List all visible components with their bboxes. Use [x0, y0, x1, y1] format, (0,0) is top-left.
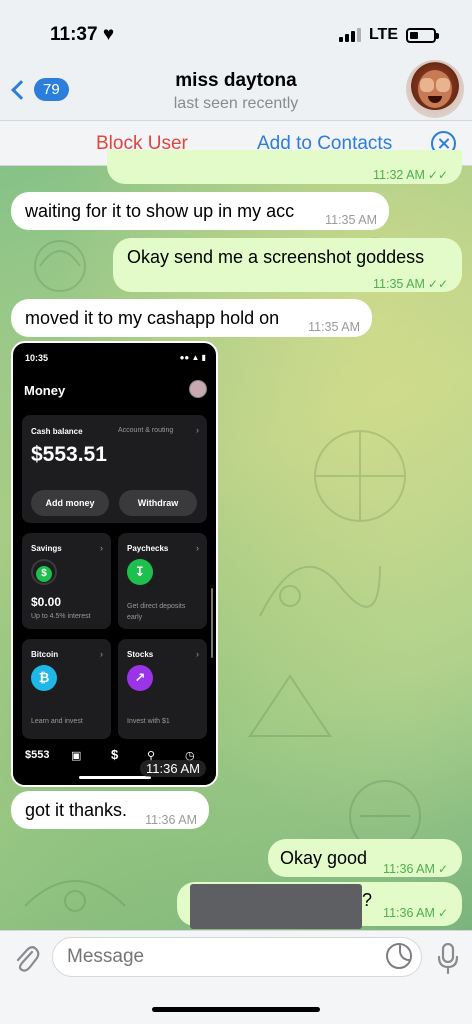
- bitcoin-note: Learn and invest: [31, 718, 83, 725]
- message-bubble-incoming[interactable]: got it thanks. 11:36 AM: [11, 791, 209, 829]
- dollar-icon: $: [111, 747, 119, 762]
- image-message[interactable]: 10:35 ●● ▲ ▮ Money Cash balance Account …: [11, 341, 218, 787]
- chat-title[interactable]: miss daytona: [0, 70, 472, 92]
- status-time: 11:37 ♥: [50, 24, 115, 45]
- chevron-right-icon: ›: [196, 649, 199, 659]
- screenshot-title: Money: [24, 383, 66, 398]
- status-indicators: LTE: [338, 26, 439, 44]
- message-bubble-outgoing[interactable]: Okay good 11:36 AM ✓: [268, 839, 462, 877]
- withdraw-button: Withdraw: [119, 490, 197, 516]
- cash-balance-label: Cash balance: [31, 427, 83, 436]
- message-bubble-outgoing[interactable]: 11:32 AM ✓✓: [107, 150, 462, 184]
- stocks-card: Stocks › ↗ Invest with $1: [118, 639, 207, 739]
- double-check-icon: ✓✓: [427, 168, 448, 182]
- screenshot-status-icons: ●● ▲ ▮: [179, 353, 206, 362]
- account-routing-label: Account & routing: [118, 427, 174, 434]
- chevron-right-icon: ›: [100, 649, 103, 659]
- chevron-right-icon: ›: [196, 543, 199, 553]
- check-icon: ✓: [437, 906, 448, 920]
- chevron-right-icon: ›: [196, 425, 199, 435]
- home-indicator: [152, 1007, 320, 1012]
- image-timestamp: 11:36 AM: [140, 760, 206, 777]
- bitcoin-icon: ₿: [31, 665, 57, 691]
- screenshot-scrollbar: [211, 588, 213, 658]
- message-bubble-incoming[interactable]: waiting for it to show up in my acc 11:3…: [11, 192, 389, 230]
- message-bubble-outgoing[interactable]: Okay send me a screenshot goddess 11:35 …: [113, 238, 462, 292]
- message-bubble-incoming[interactable]: moved it to my cashapp hold on 11:35 AM: [11, 299, 372, 337]
- screenshot-status-time: 10:35: [25, 353, 49, 363]
- bitcoin-card: Bitcoin › ₿ Learn and invest: [22, 639, 111, 739]
- network-type: LTE: [368, 26, 398, 43]
- attachment-icon[interactable]: [12, 943, 40, 973]
- screenshot-home-indicator: [79, 776, 151, 779]
- message-input[interactable]: [52, 937, 422, 977]
- stocks-icon: ↗: [127, 665, 153, 691]
- avatar[interactable]: [406, 60, 464, 118]
- card-icon: ▣: [71, 750, 82, 762]
- paychecks-label: Paychecks: [127, 544, 169, 553]
- check-icon: ✓: [437, 862, 448, 876]
- savings-icon: $: [31, 559, 57, 585]
- bitcoin-label: Bitcoin: [31, 650, 59, 659]
- double-check-icon: ✓✓: [427, 277, 448, 291]
- chat-subtitle: last seen recently: [173, 95, 299, 112]
- chevron-right-icon: ›: [100, 543, 103, 553]
- nav-balance: $553: [25, 749, 50, 761]
- download-icon: ↧: [127, 559, 153, 585]
- heart-icon: ♥: [102, 24, 115, 45]
- redaction-block: [190, 884, 362, 929]
- stocks-note: Invest with $1: [127, 718, 170, 725]
- header: 11:37 ♥ LTE 79 miss daytona last seen re…: [0, 0, 472, 166]
- cash-balance-value: $553.51: [31, 443, 107, 466]
- sticker-icon[interactable]: [386, 943, 412, 969]
- add-money-button: Add money: [31, 490, 109, 516]
- savings-value: $0.00: [31, 595, 62, 609]
- microphone-icon[interactable]: [437, 943, 459, 975]
- paychecks-card: Paychecks › ↧ Get direct deposits early: [118, 533, 207, 629]
- cash-balance-card: Cash balance Account & routing › $553.51…: [22, 415, 207, 523]
- screenshot-avatar: [189, 380, 207, 398]
- stocks-label: Stocks: [127, 650, 154, 659]
- savings-label: Savings: [31, 544, 62, 553]
- savings-card: Savings › $ $0.00 Up to 4.5% interest: [22, 533, 111, 629]
- battery-icon: [406, 27, 439, 43]
- signal-icon: [338, 28, 361, 42]
- savings-note: Up to 4.5% interest: [31, 613, 91, 620]
- paychecks-note: Get direct deposits early: [127, 603, 186, 621]
